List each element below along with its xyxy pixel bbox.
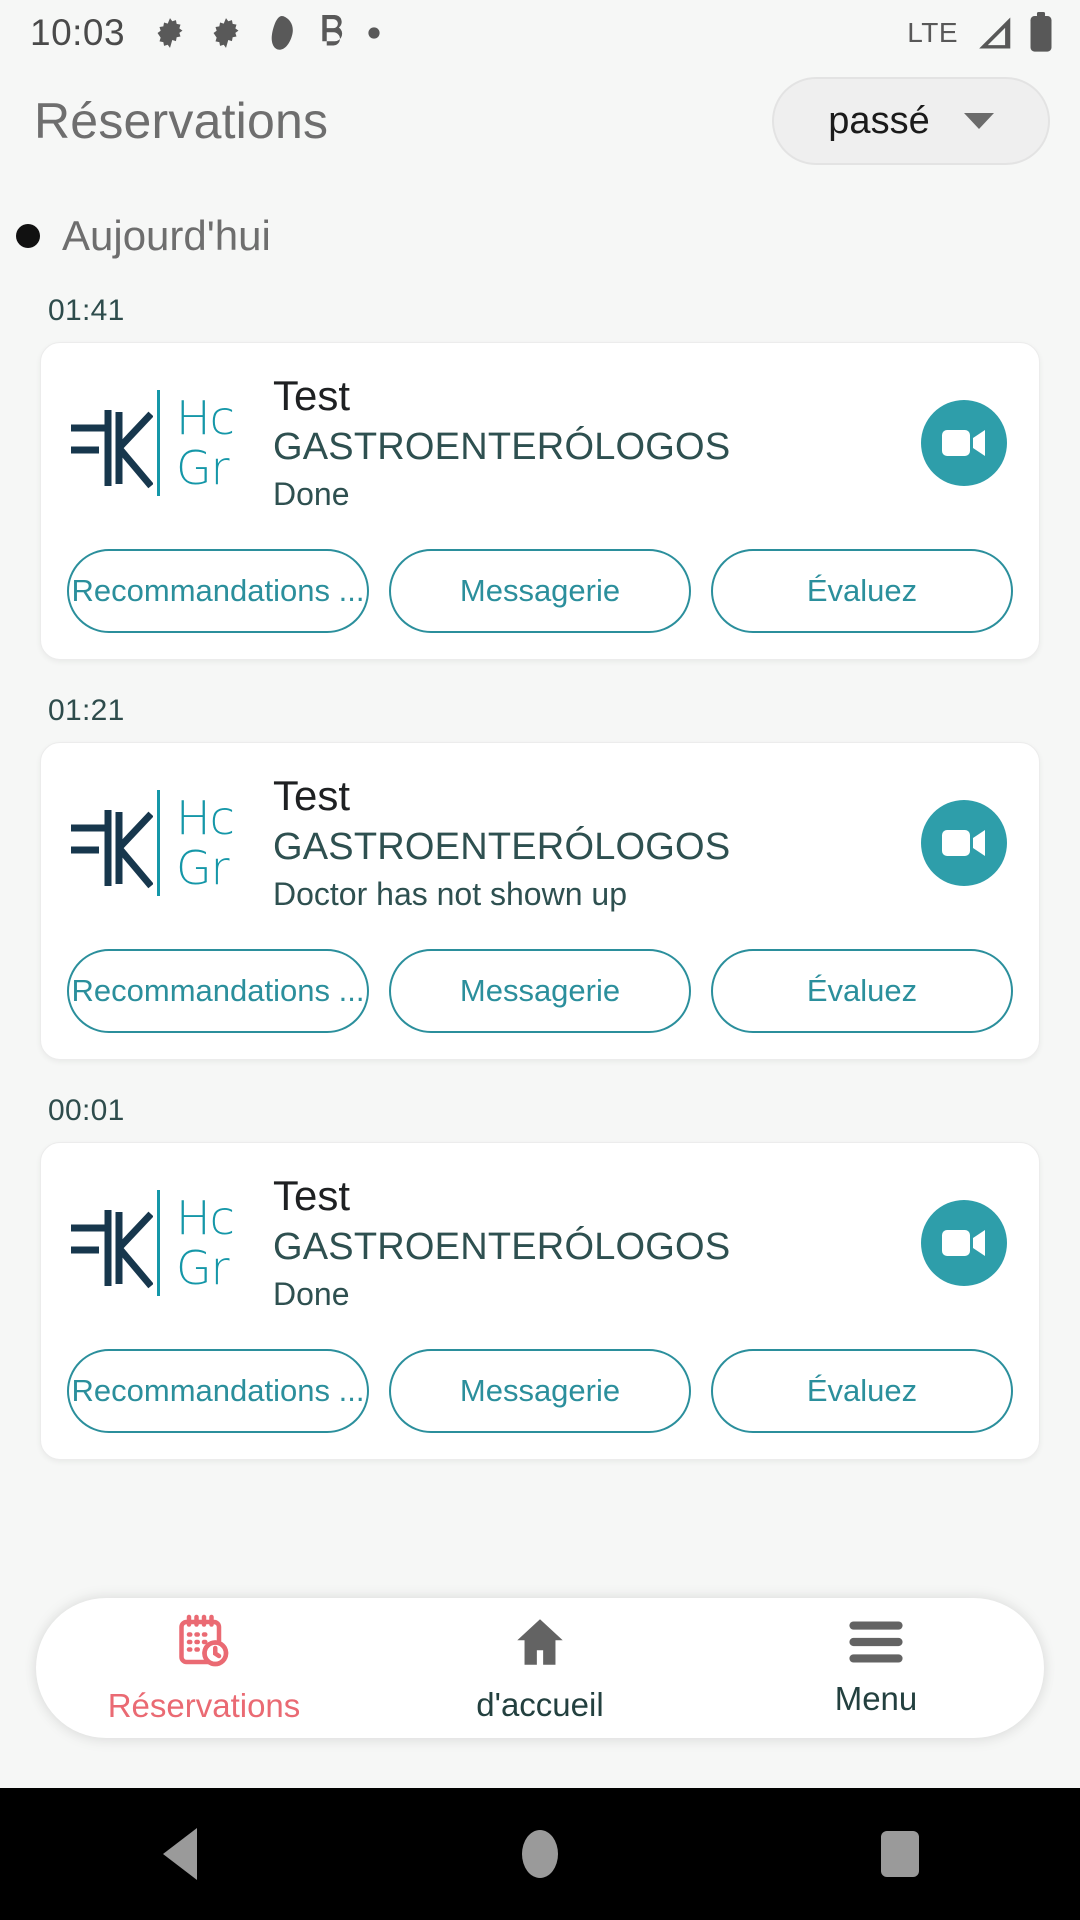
nav-item-home[interactable]: d'accueil	[372, 1613, 708, 1724]
android-recents-button[interactable]	[720, 1831, 1080, 1877]
hamburger-menu-icon	[847, 1619, 905, 1670]
appointment-card[interactable]: Hc Gr Test GASTROENTERÓLOGOS Doctor has …	[40, 742, 1040, 1060]
android-system-navigation-bar	[0, 1788, 1080, 1920]
recents-square-icon	[881, 1831, 919, 1877]
logo-wordmark-line1: Hc	[176, 1193, 235, 1243]
section-bullet-icon	[16, 224, 40, 248]
rate-button[interactable]: Évaluez	[711, 549, 1013, 633]
logo-wordmark: Hc Gr	[176, 793, 254, 893]
logo-monogram-icon	[67, 1188, 154, 1298]
appointment-group: 01:21 Hc Gr Test GASTROENTERÓLOGOS Docto…	[0, 660, 1080, 1060]
clinic-logo: Hc Gr	[67, 1183, 257, 1303]
appointment-time: 00:01	[48, 1094, 125, 1127]
status-bar-system-icons: LTE	[907, 12, 1054, 54]
logo-wordmark: Hc Gr	[176, 393, 254, 493]
logo-wordmark-line1: Hc	[176, 793, 235, 843]
status-bar: 10:03 LTE	[0, 0, 1080, 66]
period-filter-value: passé	[828, 99, 930, 142]
logo-divider	[157, 790, 160, 896]
doctor-name: Test	[273, 372, 351, 419]
appointment-time: 01:21	[48, 694, 125, 727]
logo-wordmark-line2: Gr	[176, 1243, 230, 1293]
appointment-card[interactable]: Hc Gr Test GASTROENTERÓLOGOS Done Recomm…	[40, 1142, 1040, 1460]
chevron-down-icon	[963, 113, 994, 129]
video-camera-icon	[942, 830, 985, 856]
messaging-button[interactable]: Messagerie	[389, 1349, 691, 1433]
nav-label-home: d'accueil	[476, 1685, 604, 1723]
gear-icon	[209, 16, 243, 50]
doctor-specialty: GASTROENTERÓLOGOS	[273, 1226, 731, 1268]
logo-divider	[157, 390, 160, 496]
doctor-specialty: GASTROENTERÓLOGOS	[273, 426, 731, 468]
home-icon	[511, 1613, 569, 1676]
video-call-button[interactable]	[921, 400, 1007, 486]
rate-button[interactable]: Évaluez	[711, 949, 1013, 1033]
appointment-actions: Recommandations ... Messagerie Évaluez	[67, 549, 1013, 633]
appointment-group: 00:01 Hc Gr Test GASTROENTERÓLOGOS Done …	[0, 1060, 1080, 1460]
appointment-details: Test GASTROENTERÓLOGOS Done	[257, 371, 921, 515]
section-header-label: Aujourd'hui	[62, 212, 271, 259]
battery-icon	[1028, 12, 1054, 54]
video-camera-icon	[942, 430, 985, 456]
appointment-status: Done	[273, 1276, 350, 1312]
period-filter-dropdown[interactable]: passé	[772, 77, 1050, 165]
appointment-card-header: Hc Gr Test GASTROENTERÓLOGOS Done	[67, 371, 1013, 515]
doctor-name: Test	[273, 1172, 351, 1219]
logo-monogram-icon	[67, 788, 154, 898]
logo-monogram-icon	[67, 388, 154, 498]
network-type-label: LTE	[907, 17, 958, 48]
app-header: Réservations passé	[0, 66, 1080, 176]
appointment-card-header: Hc Gr Test GASTROENTERÓLOGOS Done	[67, 1171, 1013, 1315]
clinic-logo: Hc Gr	[67, 783, 257, 903]
nav-label-menu: Menu	[834, 1679, 918, 1717]
recommendations-button[interactable]: Recommandations ...	[67, 1349, 369, 1433]
appointment-group: 01:41 Hc Gr Test GASTROENTERÓLOGOS Done …	[0, 260, 1080, 660]
android-back-button[interactable]	[0, 1828, 360, 1880]
doctor-specialty: GASTROENTERÓLOGOS	[273, 826, 731, 868]
dot-icon	[367, 26, 381, 40]
logo-wordmark: Hc Gr	[176, 1193, 254, 1293]
back-triangle-icon	[163, 1828, 197, 1880]
clinic-logo: Hc Gr	[67, 383, 257, 503]
messaging-button[interactable]: Messagerie	[389, 549, 691, 633]
section-header-today: Aujourd'hui	[0, 176, 1080, 260]
gear-icon	[153, 16, 187, 50]
video-call-button[interactable]	[921, 800, 1007, 886]
recommendations-button[interactable]: Recommandations ...	[67, 549, 369, 633]
blob-icon	[265, 15, 297, 51]
calendar-clock-icon	[174, 1612, 234, 1677]
video-call-button[interactable]	[921, 1200, 1007, 1286]
b-letter-icon	[319, 15, 345, 51]
appointment-details: Test GASTROENTERÓLOGOS Done	[257, 1171, 921, 1315]
logo-wordmark-line2: Gr	[176, 843, 230, 893]
logo-wordmark-line2: Gr	[176, 443, 230, 493]
logo-wordmark-line1: Hc	[176, 393, 235, 443]
recommendations-button[interactable]: Recommandations ...	[67, 949, 369, 1033]
rate-button[interactable]: Évaluez	[711, 1349, 1013, 1433]
video-camera-icon	[942, 1230, 985, 1256]
status-bar-time: 10:03	[30, 12, 126, 53]
nav-item-reservations[interactable]: Réservations	[36, 1612, 372, 1725]
bottom-navigation-bar: Réservations d'accueil Menu	[36, 1598, 1044, 1738]
doctor-name: Test	[273, 772, 351, 819]
appointment-actions: Recommandations ... Messagerie Évaluez	[67, 1349, 1013, 1433]
appointment-details: Test GASTROENTERÓLOGOS Doctor has not sh…	[257, 771, 921, 915]
signal-icon	[972, 14, 1014, 52]
appointment-actions: Recommandations ... Messagerie Évaluez	[67, 949, 1013, 1033]
appointments-scroll-area[interactable]: Aujourd'hui 01:41 Hc Gr Test GASTROENTER…	[0, 176, 1080, 1760]
android-home-button[interactable]	[360, 1830, 720, 1878]
appointment-card-header: Hc Gr Test GASTROENTERÓLOGOS Doctor has …	[67, 771, 1013, 915]
appointment-time: 01:41	[48, 294, 125, 327]
logo-divider	[157, 1190, 160, 1296]
appointment-card[interactable]: Hc Gr Test GASTROENTERÓLOGOS Done Recomm…	[40, 342, 1040, 660]
nav-label-reservations: Réservations	[107, 1686, 301, 1724]
messaging-button[interactable]: Messagerie	[389, 949, 691, 1033]
page-title: Réservations	[34, 93, 329, 149]
status-bar-notification-icons	[153, 15, 381, 51]
nav-item-menu[interactable]: Menu	[708, 1619, 1044, 1718]
appointment-status: Doctor has not shown up	[273, 876, 627, 912]
home-circle-icon	[522, 1830, 558, 1878]
appointment-status: Done	[273, 476, 350, 512]
